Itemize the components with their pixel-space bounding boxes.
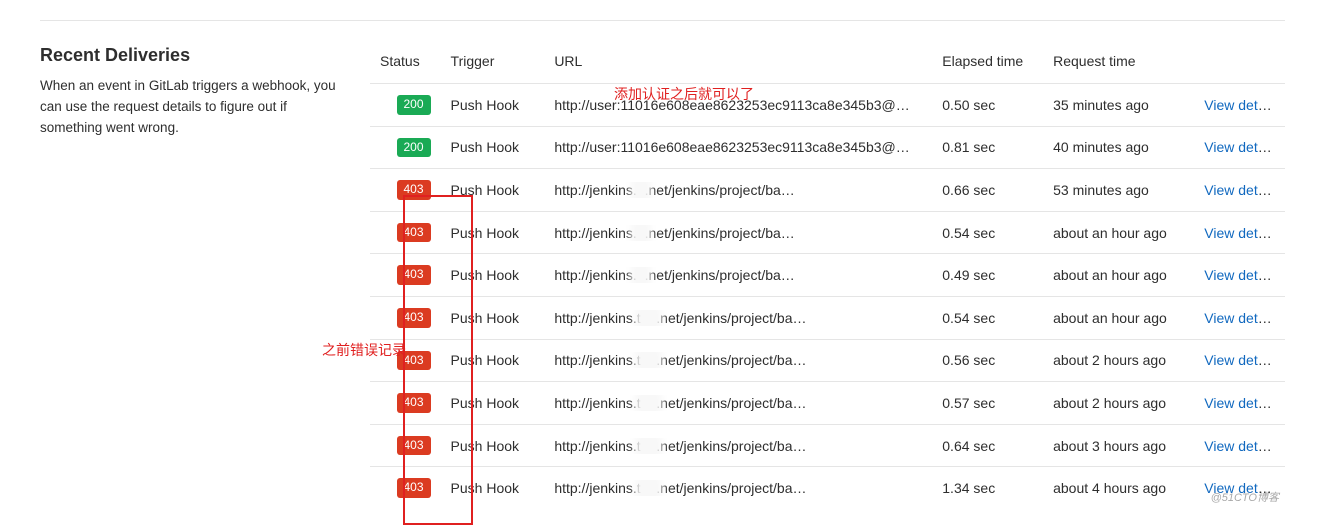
status-badge: 200: [397, 95, 431, 115]
view-details-link[interactable]: View details: [1204, 310, 1278, 326]
url-cell: http://jenkins.t on.net/jenkins/project/…: [544, 382, 932, 425]
trigger-cell: Push Hook: [441, 169, 545, 212]
url-cell: http://user:11016e608eae8623253ec9113ca8…: [544, 126, 932, 169]
status-badge: 403: [397, 265, 431, 285]
trigger-cell: Push Hook: [441, 382, 545, 425]
elapsed-cell: 0.81 sec: [932, 126, 1043, 169]
th-request: Request time: [1043, 45, 1194, 84]
status-badge: 403: [397, 351, 431, 371]
table-header-row: Status Trigger URL Elapsed time Request …: [370, 45, 1285, 84]
section-desc: When an event in GitLab triggers a webho…: [40, 76, 350, 139]
url-cell: http://jenkins. n.net/jenkins/project/ba…: [544, 211, 932, 254]
table-row: 403 Push Hookhttp://jenkins.t on.net/jenk…: [370, 339, 1285, 382]
trigger-cell: Push Hook: [441, 126, 545, 169]
request-time-cell: about an hour ago: [1043, 296, 1194, 339]
url-cell: http://jenkins.t on.net/jenkins/project/…: [544, 424, 932, 467]
request-time-cell: 40 minutes ago: [1043, 126, 1194, 169]
elapsed-cell: 0.66 sec: [932, 169, 1043, 212]
table-row: 200 Push Hookhttp://user:11016e608eae8623…: [370, 84, 1285, 127]
table-row: 403 Push Hookhttp://jenkins. n.net/jenkin…: [370, 169, 1285, 212]
request-time-cell: about 4 hours ago: [1043, 467, 1194, 509]
trigger-cell: Push Hook: [441, 211, 545, 254]
th-trigger: Trigger: [441, 45, 545, 84]
request-time-cell: about an hour ago: [1043, 211, 1194, 254]
request-time-cell: 35 minutes ago: [1043, 84, 1194, 127]
th-url: URL: [544, 45, 932, 84]
view-details-link[interactable]: View details: [1204, 267, 1278, 283]
table-row: 403 Push Hookhttp://jenkins.t on.net/jenk…: [370, 296, 1285, 339]
table-row: 403 Push Hookhttp://jenkins.t on.net/jenk…: [370, 467, 1285, 509]
th-elapsed: Elapsed time: [932, 45, 1043, 84]
th-status: Status: [370, 45, 441, 84]
url-cell: http://jenkins. n.net/jenkins/project/ba…: [544, 254, 932, 297]
watermark: @51CTO博客: [1211, 489, 1279, 505]
section-title: Recent Deliveries: [40, 45, 350, 66]
view-details-link[interactable]: View details: [1204, 395, 1278, 411]
trigger-cell: Push Hook: [441, 254, 545, 297]
status-badge: 403: [397, 180, 431, 200]
url-cell: http://jenkins. n.net/jenkins/project/ba…: [544, 169, 932, 212]
view-details-link[interactable]: View details: [1204, 97, 1278, 113]
trigger-cell: Push Hook: [441, 339, 545, 382]
status-badge: 403: [397, 478, 431, 498]
url-cell: http://jenkins.t on.net/jenkins/project/…: [544, 339, 932, 382]
trigger-cell: Push Hook: [441, 84, 545, 127]
table-row: 403 Push Hookhttp://jenkins. n.net/jenkin…: [370, 211, 1285, 254]
request-time-cell: 53 minutes ago: [1043, 169, 1194, 212]
url-cell: http://jenkins.t on.net/jenkins/project/…: [544, 467, 932, 509]
request-time-cell: about 2 hours ago: [1043, 382, 1194, 425]
elapsed-cell: 1.34 sec: [932, 467, 1043, 509]
elapsed-cell: 0.54 sec: [932, 211, 1043, 254]
status-badge: 403: [397, 308, 431, 328]
deliveries-table: Status Trigger URL Elapsed time Request …: [370, 45, 1285, 509]
table-row: 403 Push Hookhttp://jenkins.t on.net/jenk…: [370, 424, 1285, 467]
trigger-cell: Push Hook: [441, 467, 545, 509]
trigger-cell: Push Hook: [441, 424, 545, 467]
view-details-link[interactable]: View details: [1204, 139, 1278, 155]
url-cell: http://jenkins.t on.net/jenkins/project/…: [544, 296, 932, 339]
elapsed-cell: 0.54 sec: [932, 296, 1043, 339]
elapsed-cell: 0.50 sec: [932, 84, 1043, 127]
table-row: 403 Push Hookhttp://jenkins.t on.net/jenk…: [370, 382, 1285, 425]
th-action: [1194, 45, 1285, 84]
status-badge: 200: [397, 138, 431, 158]
view-details-link[interactable]: View details: [1204, 225, 1278, 241]
elapsed-cell: 0.49 sec: [932, 254, 1043, 297]
view-details-link[interactable]: View details: [1204, 352, 1278, 368]
table-row: 200 Push Hookhttp://user:11016e608eae8623…: [370, 126, 1285, 169]
request-time-cell: about 2 hours ago: [1043, 339, 1194, 382]
view-details-link[interactable]: View details: [1204, 438, 1278, 454]
trigger-cell: Push Hook: [441, 296, 545, 339]
elapsed-cell: 0.56 sec: [932, 339, 1043, 382]
status-badge: 403: [397, 393, 431, 413]
elapsed-cell: 0.64 sec: [932, 424, 1043, 467]
request-time-cell: about an hour ago: [1043, 254, 1194, 297]
url-cell: http://user:11016e608eae8623253ec9113ca8…: [544, 84, 932, 127]
request-time-cell: about 3 hours ago: [1043, 424, 1194, 467]
elapsed-cell: 0.57 sec: [932, 382, 1043, 425]
view-details-link[interactable]: View details: [1204, 182, 1278, 198]
table-row: 403 Push Hookhttp://jenkins. n.net/jenkin…: [370, 254, 1285, 297]
status-badge: 403: [397, 436, 431, 456]
status-badge: 403: [397, 223, 431, 243]
section-divider: [40, 20, 1285, 21]
